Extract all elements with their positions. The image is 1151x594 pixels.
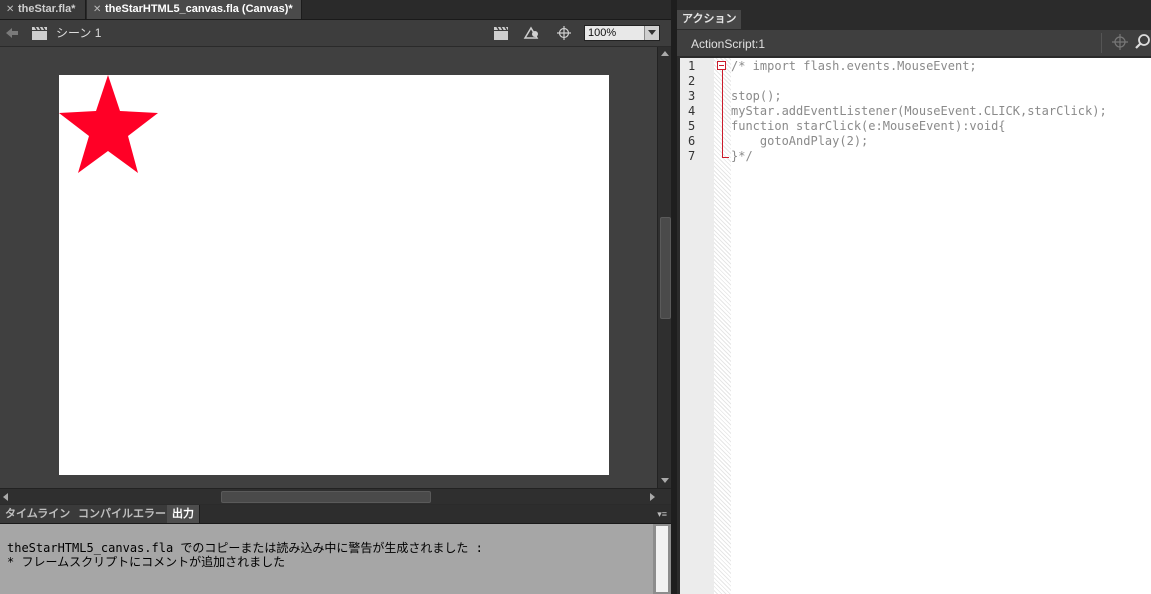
output-text: theStarHTML5_canvas.fla でのコピーまたは読み込み中に警告… (7, 541, 483, 569)
star-shape[interactable] (59, 75, 159, 175)
output-scroll-track[interactable] (656, 526, 668, 592)
tab-actions[interactable]: アクション (677, 10, 742, 29)
close-icon[interactable]: ✕ (93, 0, 101, 19)
back-arrow-icon[interactable] (4, 25, 20, 41)
document-toolbar: シーン 1 100% (0, 20, 671, 47)
line-number: 4 (688, 104, 696, 118)
line-number: 3 (688, 89, 696, 103)
toolbar-divider (1101, 33, 1102, 53)
insert-target-path-icon[interactable] (1111, 33, 1129, 51)
stage-vertical-scrollbar[interactable] (657, 47, 671, 488)
line-number: 1 (688, 59, 696, 73)
fold-guide-line (722, 67, 723, 158)
scene-label: シーン 1 (56, 26, 102, 40)
actions-panel-header: アクション (677, 10, 1151, 29)
zoom-select[interactable]: 100% (584, 25, 660, 41)
horizontal-scroll-thumb[interactable] (221, 491, 431, 503)
panel-splitter[interactable] (671, 0, 677, 594)
output-scrollbar[interactable] (653, 524, 671, 594)
code-line[interactable]: myStar.addEventListener(MouseEvent.CLICK… (731, 104, 1107, 118)
edit-scene-icon[interactable] (493, 25, 509, 41)
script-label[interactable]: ActionScript:1 (691, 30, 765, 58)
tab-label: theStar.fla* (18, 3, 76, 15)
code-line[interactable]: stop(); (731, 89, 782, 103)
tab-label: theStarHTML5_canvas.fla (Canvas)* (105, 3, 293, 15)
tab-timeline[interactable]: タイムライン (0, 505, 77, 523)
bottom-panel-tab-bar: タイムライン コンパイルエラー 出力 ▾≡ (0, 505, 671, 524)
code-line[interactable]: /* import flash.events.MouseEvent; (731, 59, 977, 73)
collapse-icon[interactable] (717, 61, 726, 70)
scroll-down-icon[interactable] (661, 478, 669, 483)
script-navigator-bar: ActionScript:1 (677, 30, 1151, 57)
line-number: 6 (688, 134, 696, 148)
code-line[interactable]: }*/ (731, 149, 753, 163)
chevron-down-icon[interactable] (644, 26, 659, 40)
output-line: theStarHTML5_canvas.fla でのコピーまたは読み込み中に警告… (7, 541, 483, 555)
line-number: 5 (688, 119, 696, 133)
scroll-right-icon[interactable] (650, 493, 655, 501)
stage-horizontal-scrollbar[interactable] (0, 488, 671, 504)
fold-end-marker (722, 157, 729, 158)
document-tab-bar: ✕ theStar.fla* ✕ theStarHTML5_canvas.fla… (0, 0, 671, 20)
line-number: 7 (688, 149, 696, 163)
stage-canvas[interactable] (59, 75, 609, 475)
line-number: 2 (688, 74, 696, 88)
center-stage-icon[interactable] (556, 25, 572, 41)
scroll-up-icon[interactable] (661, 51, 669, 56)
zoom-value: 100% (588, 27, 617, 39)
edit-symbols-icon[interactable] (523, 25, 539, 41)
tab-compile-errors[interactable]: コンパイルエラー (73, 505, 172, 523)
line-number-gutter (680, 58, 714, 594)
panel-menu-icon[interactable]: ▾≡ (657, 509, 667, 520)
output-line: * フレームスクリプトにコメントが追加されました (7, 555, 286, 569)
search-icon[interactable] (1134, 33, 1151, 51)
tab-thestarhtml5-canvas-fla[interactable]: ✕ theStarHTML5_canvas.fla (Canvas)* (87, 0, 302, 19)
tab-output[interactable]: 出力 (167, 505, 200, 523)
code-line[interactable]: function starClick(e:MouseEvent):void{ (731, 119, 1006, 133)
tab-thestar-fla[interactable]: ✕ theStar.fla* (0, 0, 86, 19)
vertical-scroll-thumb[interactable] (660, 217, 671, 319)
scroll-left-icon[interactable] (3, 493, 8, 501)
code-line[interactable]: gotoAndPlay(2); (731, 134, 868, 148)
clapperboard-icon (32, 26, 47, 40)
output-panel: theStarHTML5_canvas.fla でのコピーまたは読み込み中に警告… (0, 524, 653, 594)
close-icon[interactable]: ✕ (6, 0, 14, 19)
